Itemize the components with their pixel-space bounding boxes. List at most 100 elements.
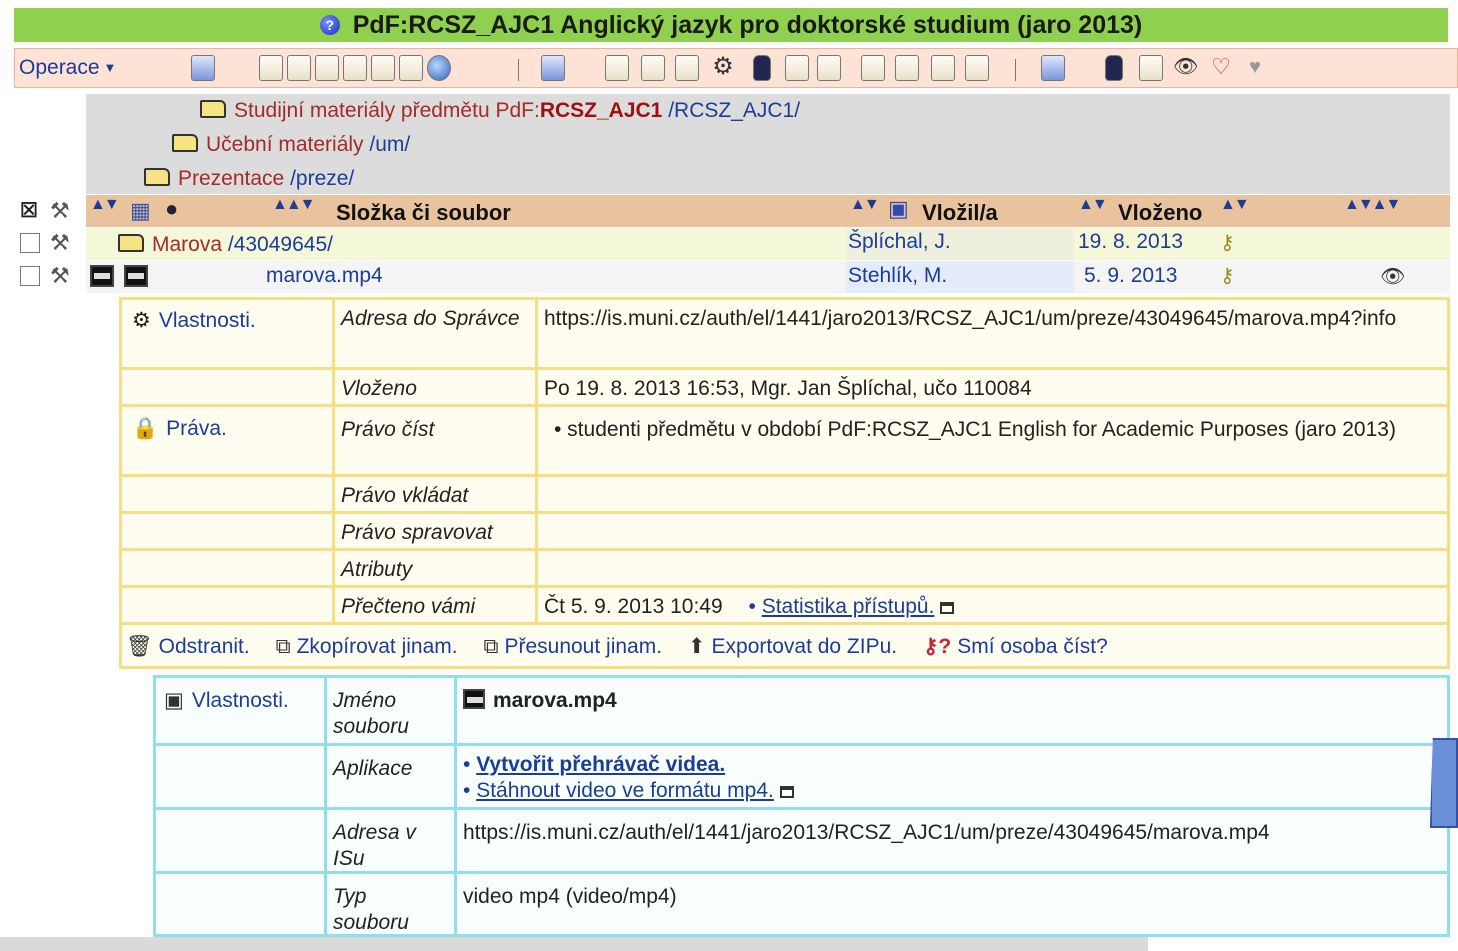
select-all-checkbox[interactable]: ☒: [20, 201, 40, 221]
property-row: Přečteno vámi Čt 5. 9. 2013 10:49 • Stat…: [122, 588, 1447, 625]
property-label: Adresa do Správce: [332, 300, 532, 367]
trash-icon[interactable]: [605, 55, 629, 81]
grid-icon[interactable]: ▦: [130, 198, 151, 224]
property-row: 🔒 Práva. Právo číst • studenti předmětu v…: [122, 407, 1447, 477]
alarm-icon[interactable]: [1139, 55, 1163, 81]
key-icon[interactable]: ⚷: [1220, 263, 1235, 288]
file-link[interactable]: marova.mp4: [266, 264, 383, 288]
lock-icon[interactable]: [753, 55, 771, 81]
sort-arrows-icon[interactable]: ▲▲▼: [272, 196, 315, 214]
sort-arrows-icon[interactable]: ▲▼: [1078, 196, 1108, 214]
key-icon[interactable]: ⚷: [1220, 230, 1235, 255]
help-key-icon[interactable]: [965, 55, 989, 81]
export-action[interactable]: ⬆ Exportovat do ZIPu.: [688, 635, 897, 658]
folder-icon: [118, 234, 144, 252]
duplicate-icon[interactable]: [371, 55, 395, 81]
properties-section[interactable]: ⚙ Vlastnosti.: [132, 308, 256, 333]
create-player-link[interactable]: Vytvořit přehrávač videa.: [476, 753, 725, 776]
copy-to-icon[interactable]: [861, 55, 885, 81]
upload-icon[interactable]: [399, 55, 423, 81]
property-row: Adresa v ISu https://is.muni.cz/auth/el/…: [156, 810, 1447, 874]
property-row: Typ souboru video mp4 (video/mp4): [156, 874, 1447, 934]
row-checkbox[interactable]: [20, 266, 40, 286]
globe-icon[interactable]: [427, 55, 451, 81]
folder-link[interactable]: Marova /43049645/: [118, 233, 333, 257]
select-all-icon[interactable]: [1041, 55, 1065, 81]
select-icon[interactable]: [541, 55, 565, 81]
refresh-icon[interactable]: [191, 55, 215, 81]
properties-icon[interactable]: [675, 55, 699, 81]
rights-section[interactable]: 🔒 Práva.: [132, 417, 227, 441]
may-read-action[interactable]: ⚷? Smí osoba číst?: [923, 635, 1108, 658]
property-value: Čt 5. 9. 2013 10:49 • Statistika přístup…: [535, 588, 1447, 622]
export-icon[interactable]: [931, 55, 955, 81]
new-item-icon[interactable]: [315, 55, 339, 81]
media-properties-panel: ▣ Vlastnosti. Jméno souboru marova.mp4 Ap…: [153, 675, 1450, 937]
new-folder-icon[interactable]: [287, 55, 311, 81]
property-value: https://is.muni.cz/auth/el/1441/jaro2013…: [454, 810, 1447, 871]
sort-arrows-icon[interactable]: ▲▼: [850, 196, 880, 214]
sort-arrows-icon[interactable]: ▲▼: [90, 196, 120, 214]
breadcrumb-item[interactable]: Studijní materiály předmětu PdF:RCSZ_AJC…: [200, 99, 800, 123]
property-value: marova.mp4: [454, 678, 1447, 743]
horizontal-scrollbar[interactable]: [0, 937, 1148, 951]
external-link-icon[interactable]: [940, 602, 955, 614]
author-name[interactable]: Stehlík, M.: [848, 264, 947, 288]
property-row: ▣ Vlastnosti. Jméno souboru marova.mp4: [156, 678, 1447, 746]
lock-icon: 🔒: [132, 417, 159, 440]
delete-action[interactable]: 🗑 Odstranit.: [126, 635, 250, 658]
eye-icon[interactable]: 👁: [1380, 264, 1405, 289]
property-value: Po 19. 8. 2013 16:53, Mgr. Jan Šplíchal,…: [535, 370, 1447, 404]
tools-icon[interactable]: ⚒: [50, 230, 70, 256]
folder-icon: [172, 134, 198, 152]
external-link-icon[interactable]: [779, 786, 794, 798]
column-header-author[interactable]: Vložil/a: [922, 200, 998, 226]
new-file-icon[interactable]: [259, 55, 283, 81]
date-value: 5. 9. 2013: [1084, 264, 1178, 287]
property-row: Atributy: [122, 551, 1447, 588]
gear-icon: ⚙: [132, 309, 151, 332]
copy-action[interactable]: ⧉ Zkopírovat jinam.: [276, 635, 458, 658]
video-file-icon: [124, 265, 148, 287]
property-value: https://is.muni.cz/auth/el/1441/jaro2013…: [535, 300, 1447, 367]
info-icon[interactable]: ?: [319, 15, 340, 35]
property-label: Vloženo: [332, 370, 532, 404]
sort-arrows-icon[interactable]: ▲▼: [1220, 196, 1250, 214]
stats-link[interactable]: Statistika přístupů.: [762, 595, 935, 618]
property-row: Aplikace • Vytvořit přehrávač videa. • S…: [156, 746, 1447, 810]
property-value: video mp4 (video/mp4): [454, 874, 1447, 934]
properties-section[interactable]: ▣ Vlastnosti.: [164, 688, 289, 713]
cloud-icon[interactable]: ●: [165, 196, 178, 222]
breadcrumb-item[interactable]: Prezentace /preze/: [144, 167, 354, 191]
breadcrumb-item[interactable]: Učební materiály /um/: [172, 133, 410, 157]
operations-menu[interactable]: Operace ▼: [19, 56, 116, 80]
property-value: • studenti předmětu v období PdF:RCSZ_AJ…: [535, 407, 1447, 474]
broken-heart-icon[interactable]: ♥: [1243, 55, 1267, 81]
heart-icon[interactable]: ♡: [1209, 55, 1233, 81]
move-to-icon[interactable]: [895, 55, 919, 81]
copy-icon[interactable]: [343, 55, 367, 81]
folder-icon: [144, 168, 170, 186]
toolbar-divider: [518, 59, 519, 81]
file-name: marova.mp4: [493, 689, 617, 712]
sort-icon[interactable]: [817, 55, 841, 81]
toolbar: Operace ▼ ⚙ 👁 ♡ ♥: [14, 48, 1458, 88]
author-name[interactable]: Šplíchal, J.: [848, 230, 951, 254]
sort-arrows-icon[interactable]: ▲▼▲▼: [1344, 196, 1401, 214]
user-icon: ▣: [888, 196, 909, 221]
edit-icon[interactable]: [641, 55, 665, 81]
video-file-icon: [90, 265, 114, 287]
move-action[interactable]: ⧉ Přesunout jinam.: [483, 635, 662, 658]
download-video-link[interactable]: Stáhnout video ve formátu mp4.: [476, 779, 774, 802]
row-checkbox[interactable]: [20, 233, 40, 253]
tools-icon[interactable]: ⚒: [50, 198, 70, 224]
lock-icon[interactable]: [1105, 55, 1123, 81]
column-header-date[interactable]: Vloženo: [1118, 200, 1202, 226]
tools-icon[interactable]: ⚒: [50, 263, 70, 289]
eye-icon[interactable]: 👁: [1173, 55, 1198, 81]
read-date: Čt 5. 9. 2013 10:49: [544, 595, 723, 618]
page-title-bar: ? PdF:RCSZ_AJC1 Anglický jazyk pro dokto…: [14, 8, 1448, 42]
column-header-name[interactable]: Složka či soubor: [336, 200, 511, 226]
users-icon[interactable]: [785, 55, 809, 81]
gear-icon[interactable]: ⚙: [711, 55, 735, 81]
